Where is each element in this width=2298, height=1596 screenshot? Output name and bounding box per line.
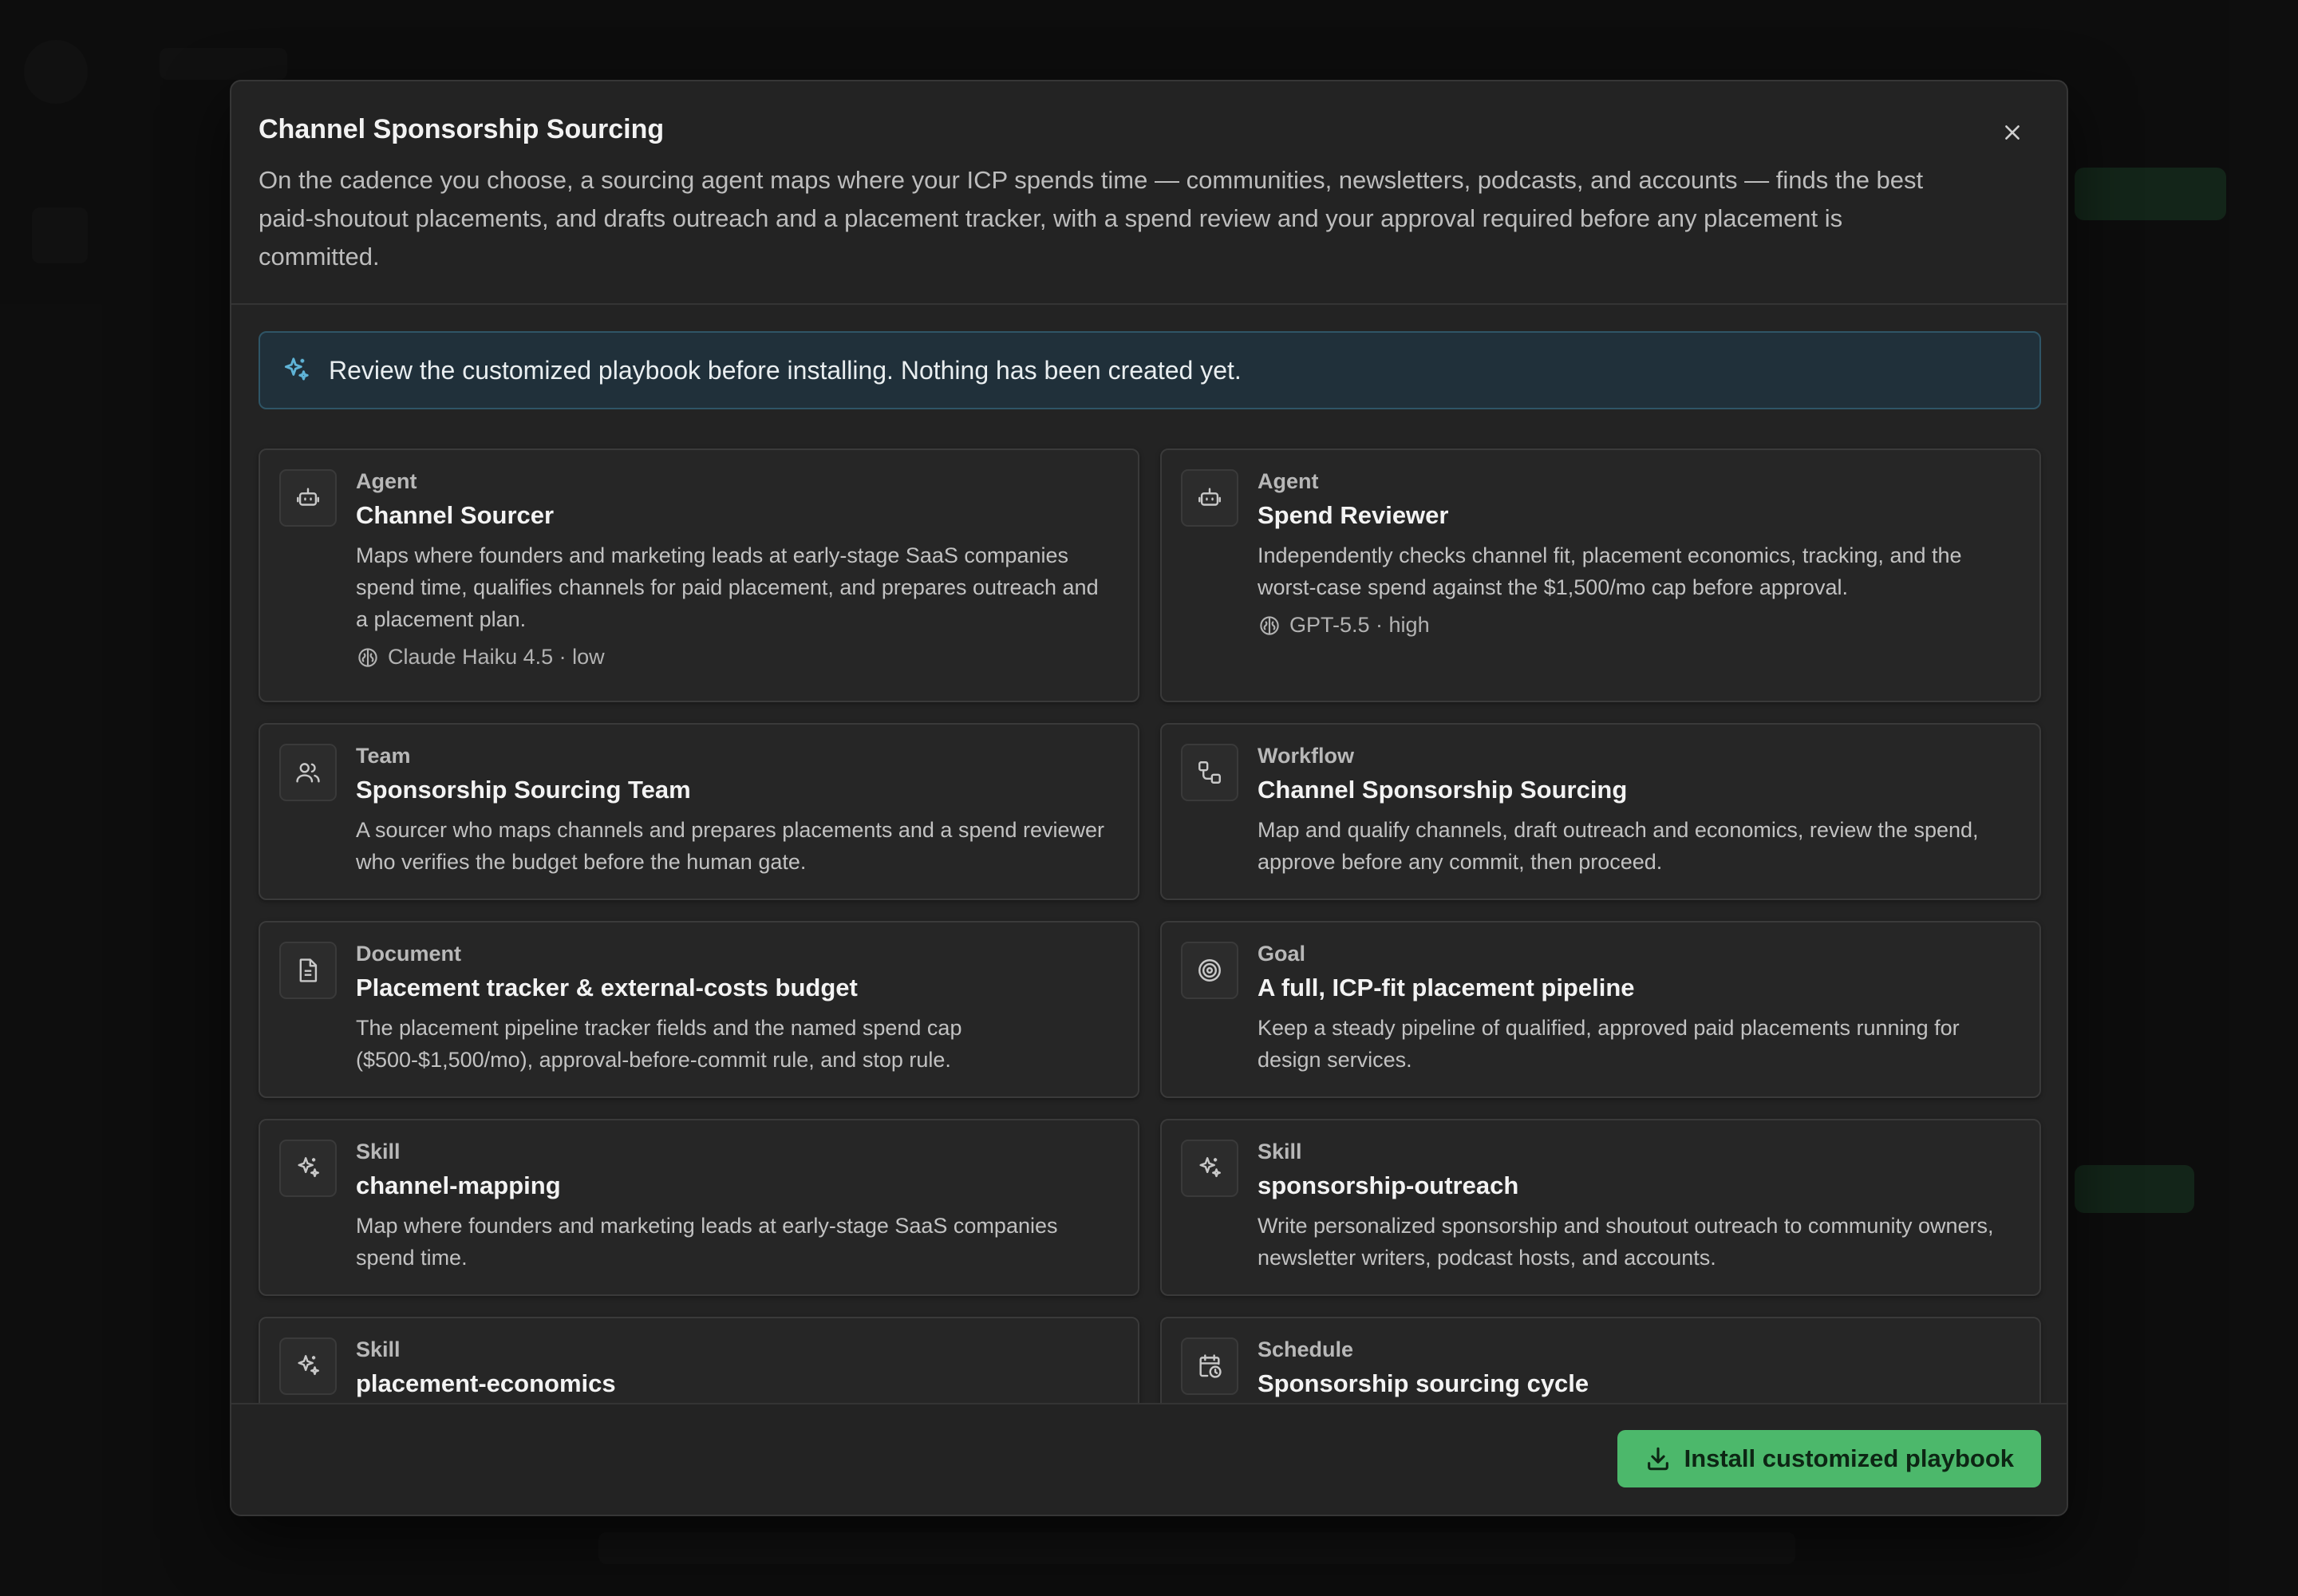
card-icon-container	[279, 942, 337, 999]
card-agent-spend-reviewer[interactable]: Agent Spend Reviewer Independently check…	[1160, 448, 2041, 702]
calendar-clock-icon	[1199, 1354, 1222, 1378]
card-title: sponsorship-outreach	[1258, 1171, 1519, 1199]
card-icon-container	[279, 744, 337, 801]
card-model: GPT-5.5 · high	[1258, 613, 1430, 638]
review-notice: Review the customized playbook before in…	[259, 331, 2041, 409]
card-icon-container	[1181, 1140, 1238, 1197]
close-button[interactable]	[1993, 113, 2031, 152]
target-icon	[1198, 959, 1221, 982]
brain-icon	[358, 647, 377, 667]
card-icon-container	[279, 1337, 337, 1395]
card-description: A sourcer who maps channels and prepares…	[356, 818, 1105, 874]
card-goal-placement-pipeline[interactable]: Goal A full, ICP-fit placement pipeline …	[1160, 921, 2041, 1098]
modal-title: Channel Sponsorship Sourcing	[259, 114, 665, 144]
modal-footer: Install customized playbook	[231, 1403, 2067, 1515]
card-kind: Agent	[356, 469, 417, 493]
card-title: placement-economics	[356, 1369, 616, 1397]
review-notice-text: Review the customized playbook before in…	[329, 355, 1242, 385]
card-description: Maps where founders and marketing leads …	[356, 543, 1099, 631]
card-document-placement-tracker[interactable]: Document Placement tracker & external-co…	[259, 921, 1139, 1098]
card-description: Write personalized sponsorship and shout…	[1258, 1214, 1994, 1270]
card-skill-sponsorship-outreach[interactable]: Skill sponsorship-outreach Write persona…	[1160, 1119, 2041, 1296]
card-icon-container	[1181, 942, 1238, 999]
install-playbook-button[interactable]: Install customized playbook	[1617, 1430, 2041, 1487]
card-kind: Schedule	[1258, 1337, 1354, 1361]
users-icon	[296, 763, 320, 783]
card-model-label: Claude Haiku 4.5 · low	[388, 645, 605, 669]
card-model-label: GPT-5.5 · high	[1289, 613, 1430, 637]
modal-description: On the cadence you choose, a sourcing ag…	[259, 166, 1924, 271]
card-kind: Team	[356, 744, 411, 768]
sparkle-icon	[298, 1355, 319, 1376]
card-title: Sponsorship Sourcing Team	[356, 776, 691, 804]
sparkle-icon	[284, 358, 309, 381]
card-title: Sponsorship sourcing cycle	[1258, 1369, 1589, 1397]
card-title: A full, ICP-fit placement pipeline	[1258, 974, 1635, 1001]
card-icon-container	[279, 1140, 337, 1197]
card-kind: Skill	[356, 1337, 401, 1361]
card-title: Channel Sponsorship Sourcing	[1258, 776, 1628, 804]
card-title: channel-mapping	[356, 1171, 561, 1199]
modal-header: Channel Sponsorship Sourcing On the cade…	[231, 81, 2067, 305]
card-icon-container	[279, 469, 337, 527]
card-description: The placement pipeline tracker fields an…	[356, 1016, 962, 1072]
card-model: Claude Haiku 4.5 · low	[356, 645, 605, 670]
sparkle-icon	[1199, 1157, 1221, 1178]
card-icon-container	[1181, 1337, 1238, 1395]
card-title: Channel Sourcer	[356, 501, 555, 529]
card-title: Spend Reviewer	[1258, 501, 1449, 529]
card-team-sponsorship-sourcing[interactable]: Team Sponsorship Sourcing Team A sourcer…	[259, 723, 1139, 900]
card-description: Map and qualify channels, draft outreach…	[1258, 818, 1979, 874]
card-icon-container	[1181, 744, 1238, 801]
playbook-items-scroll[interactable]: Review the customized playbook before in…	[231, 306, 2067, 1486]
card-description: Independently checks channel fit, placem…	[1258, 543, 1962, 599]
card-agent-channel-sourcer[interactable]: Agent Channel Sourcer Maps where founder…	[259, 448, 1139, 702]
download-icon	[1647, 1447, 1668, 1471]
card-description: Keep a steady pipeline of qualified, app…	[1258, 1016, 1960, 1072]
card-workflow-channel-sponsorship[interactable]: Workflow Channel Sponsorship Sourcing Ma…	[1160, 723, 2041, 900]
bot-icon	[297, 488, 319, 506]
card-skill-channel-mapping[interactable]: Skill channel-mapping Map where founders…	[259, 1119, 1139, 1296]
card-kind: Workflow	[1258, 744, 1354, 768]
card-kind: Document	[356, 942, 462, 966]
sparkle-icon	[298, 1157, 319, 1178]
install-playbook-label: Install customized playbook	[1684, 1444, 2014, 1472]
bot-icon	[1198, 488, 1221, 506]
workflow-icon	[1198, 761, 1221, 784]
card-kind: Agent	[1258, 469, 1319, 493]
card-kind: Skill	[356, 1140, 401, 1163]
card-kind: Goal	[1258, 942, 1306, 966]
card-title: Placement tracker & external-costs budge…	[356, 974, 858, 1001]
brain-icon	[1260, 615, 1279, 635]
close-icon	[2005, 125, 2020, 140]
card-kind: Skill	[1258, 1140, 1302, 1163]
document-icon	[299, 958, 318, 982]
card-description: Map where founders and marketing leads a…	[356, 1214, 1058, 1270]
card-icon-container	[1181, 469, 1238, 527]
playbook-modal: Channel Sponsorship Sourcing On the cade…	[230, 80, 2068, 1516]
